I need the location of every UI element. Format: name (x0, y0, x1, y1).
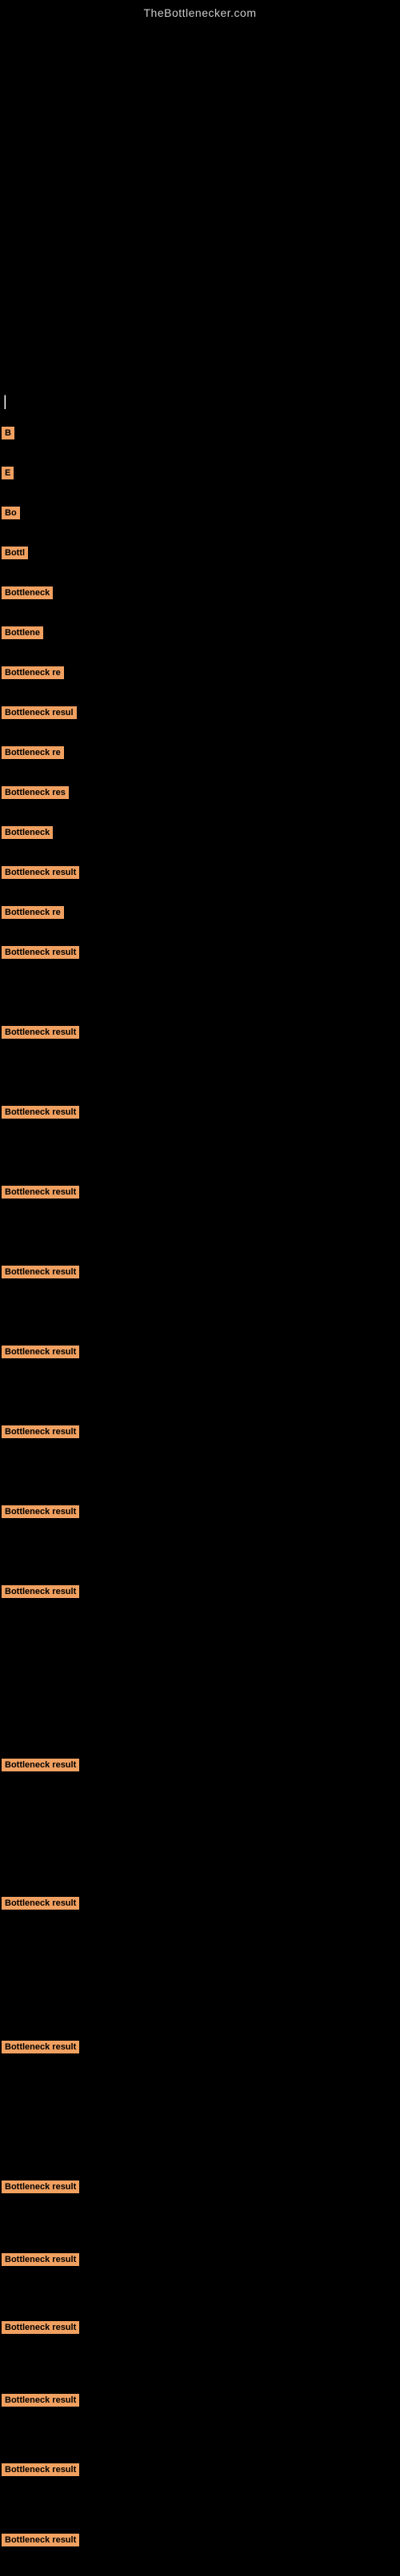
bottleneck-result-label: Bottleneck result (2, 2321, 79, 2334)
site-title: TheBottlenecker.com (0, 0, 400, 19)
bottleneck-result-label: Bottlene (2, 626, 43, 639)
pipe-separator: | (3, 393, 7, 410)
bottleneck-result-label: Bo (2, 507, 20, 519)
bottleneck-result-label: Bottleneck result (2, 1266, 79, 1278)
bottleneck-result-label: Bottleneck result (2, 1186, 79, 1199)
bottleneck-result-label: Bottleneck result (2, 2463, 79, 2476)
bottleneck-result-label: Bottleneck re (2, 746, 64, 759)
bottleneck-result-label: Bottleneck result (2, 2253, 79, 2266)
bottleneck-result-label: Bottleneck re (2, 666, 64, 679)
bottleneck-result-label: Bottleneck result (2, 2534, 79, 2546)
bottleneck-result-label: Bottleneck result (2, 1505, 79, 1518)
bottleneck-result-label: Bottleneck resul (2, 706, 77, 719)
bottleneck-result-label: Bottl (2, 547, 28, 559)
bottleneck-result-label: Bottleneck result (2, 946, 79, 959)
bottleneck-result-label: Bottleneck result (2, 1026, 79, 1039)
bottleneck-result-label: Bottleneck result (2, 866, 79, 879)
bottleneck-result-label: Bottleneck result (2, 1759, 79, 1771)
bottleneck-result-label: Bottleneck re (2, 906, 64, 919)
bottleneck-result-label: Bottleneck res (2, 786, 69, 799)
bottleneck-result-label: Bottleneck result (2, 1346, 79, 1358)
bottleneck-result-label: Bottleneck result (2, 1897, 79, 1910)
bottleneck-result-label: Bottleneck result (2, 1106, 79, 1119)
bottleneck-result-label: E (2, 467, 14, 479)
bottleneck-result-label: Bottleneck result (2, 2394, 79, 2407)
bottleneck-result-label: Bottleneck result (2, 1425, 79, 1438)
bottleneck-result-label: Bottleneck (2, 586, 53, 599)
bottleneck-result-label: Bottleneck result (2, 1585, 79, 1598)
bottleneck-result-label: Bottleneck (2, 826, 53, 839)
bottleneck-result-label: Bottleneck result (2, 2041, 79, 2053)
bottleneck-result-label: B (2, 427, 14, 439)
bottleneck-result-label: Bottleneck result (2, 2180, 79, 2193)
